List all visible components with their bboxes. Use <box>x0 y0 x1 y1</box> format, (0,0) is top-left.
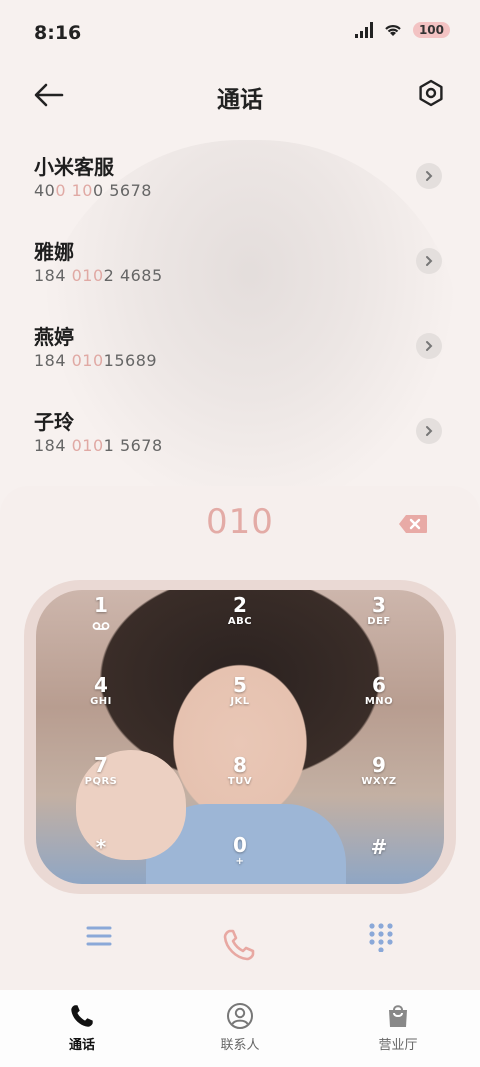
keypad: 1 2 ABC 3 DEF 4 GHI 5 JKL 6 MNO 7 PQRS 8T <box>36 590 444 884</box>
status-time: 8:16 <box>34 22 82 44</box>
key-6[interactable]: 6 MNO <box>334 674 424 734</box>
menu-icon[interactable] <box>86 924 112 948</box>
status-icons: 100 <box>354 22 450 38</box>
key-1[interactable]: 1 <box>56 594 146 654</box>
chevron-right-icon <box>426 171 433 181</box>
contact-detail-button[interactable] <box>416 418 442 444</box>
contacts-icon <box>227 1003 253 1029</box>
key-7[interactable]: 7 PQRS <box>56 754 146 814</box>
contact-name: 子玲 <box>34 410 74 434</box>
nav-calls[interactable]: 通话 <box>32 1002 132 1053</box>
key-5[interactable]: 5 JKL <box>195 674 285 734</box>
key-0[interactable]: 0 + <box>195 834 285 884</box>
nav-contacts[interactable]: 联系人 <box>190 1002 290 1053</box>
signal-icon <box>354 22 373 38</box>
contact-row[interactable]: 燕婷 184 01015689 <box>0 315 480 395</box>
header: 通话 <box>0 70 480 120</box>
chevron-right-icon <box>426 426 433 436</box>
nav-label: 联系人 <box>220 1038 260 1053</box>
keypad-frame: 1 2 ABC 3 DEF 4 GHI 5 JKL 6 MNO 7 PQRS 8T <box>24 580 456 894</box>
backspace-icon[interactable] <box>398 514 428 534</box>
contact-number: 400 100 5678 <box>34 181 152 200</box>
contact-number: 184 01015689 <box>34 351 158 370</box>
contact-detail-button[interactable] <box>416 163 442 189</box>
key-8[interactable]: 8 TUV <box>195 754 285 814</box>
call-button[interactable] <box>222 928 256 962</box>
wifi-icon <box>385 25 401 36</box>
dialer-action-row <box>0 914 480 974</box>
dialer-sheet: 010 1 2 ABC 3 DEF 4 GHI 5 JKL 6 MNO 7 PQ… <box>0 486 480 990</box>
key-4[interactable]: 4 GHI <box>56 674 146 734</box>
key-3[interactable]: 3 DEF <box>334 594 424 654</box>
status-bar: 8:16 100 <box>0 0 480 64</box>
contact-number: 184 0102 4685 <box>34 266 163 285</box>
chevron-right-icon <box>426 341 433 351</box>
key-star[interactable]: * <box>56 836 146 884</box>
contact-name: 雅娜 <box>34 240 74 264</box>
key-hash[interactable]: # <box>334 836 424 884</box>
voicemail-icon <box>92 622 110 630</box>
bottom-nav: 通话 联系人 营业厅 <box>0 990 480 1067</box>
settings-icon[interactable] <box>416 78 446 108</box>
dialpad-icon[interactable] <box>368 922 394 952</box>
contact-row[interactable]: 雅娜 184 0102 4685 <box>0 230 480 310</box>
contact-name: 小米客服 <box>34 155 114 179</box>
contact-name: 燕婷 <box>34 325 74 349</box>
nav-label: 营业厅 <box>378 1038 418 1053</box>
contact-detail-button[interactable] <box>416 333 442 359</box>
nav-label: 通话 <box>68 1038 95 1053</box>
chevron-right-icon <box>426 256 433 266</box>
contact-detail-button[interactable] <box>416 248 442 274</box>
page-title: 通话 <box>217 87 263 113</box>
contact-number: 184 0101 5678 <box>34 436 163 455</box>
nav-service-hall[interactable]: 营业厅 <box>348 1002 448 1053</box>
key-9[interactable]: 9 WXYZ <box>334 754 424 814</box>
contact-row[interactable]: 小米客服 400 100 5678 <box>0 145 480 225</box>
battery-badge: 100 <box>412 22 450 38</box>
key-2[interactable]: 2 ABC <box>195 594 285 654</box>
shopping-bag-icon <box>389 1005 407 1027</box>
phone-icon <box>71 1005 93 1027</box>
contact-row[interactable]: 子玲 184 0101 5678 <box>0 400 480 480</box>
